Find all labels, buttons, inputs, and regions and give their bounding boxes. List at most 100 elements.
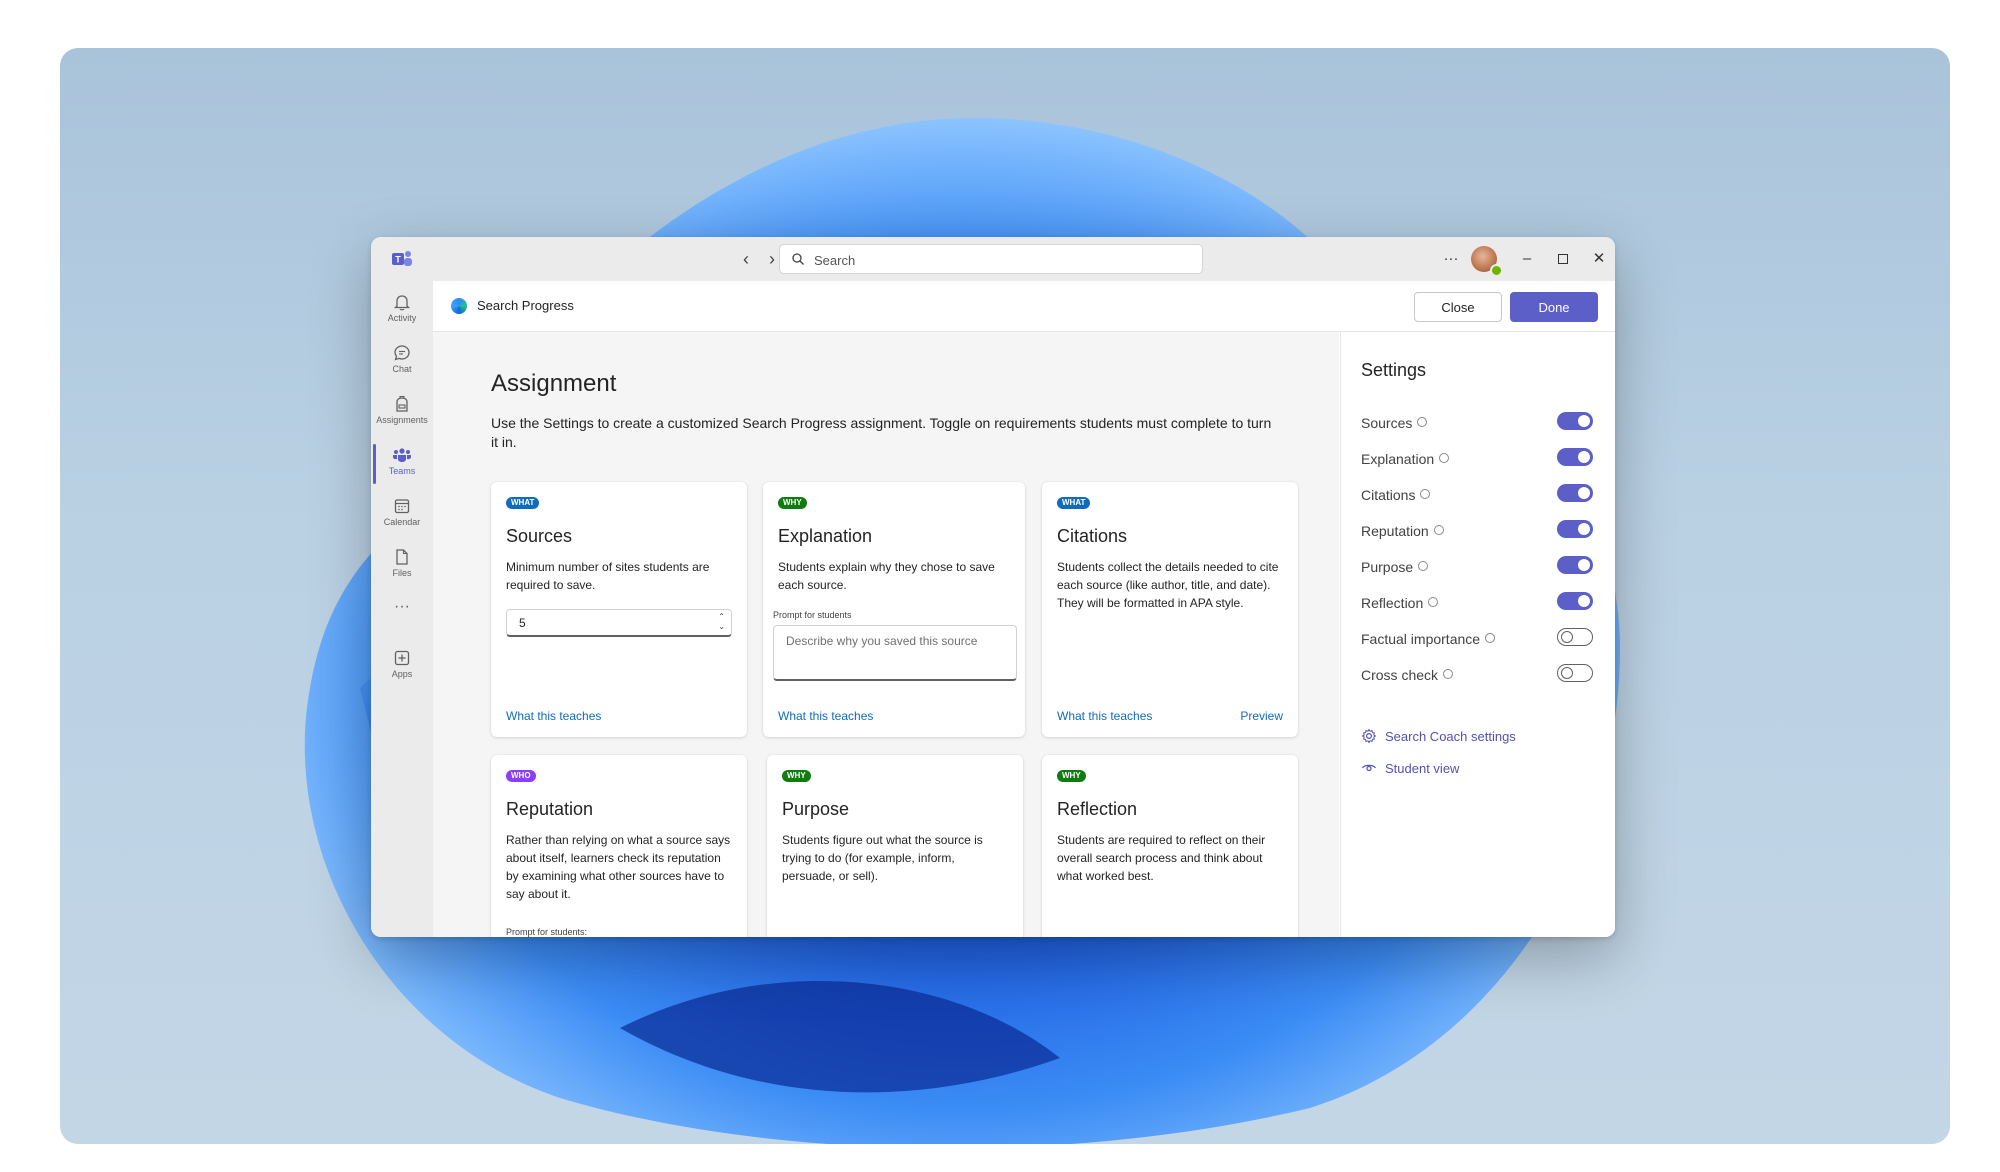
purpose-toggle[interactable]	[1557, 556, 1593, 574]
search-progress-logo-icon	[451, 298, 467, 314]
info-icon[interactable]	[1485, 633, 1496, 643]
cross-check-toggle[interactable]	[1557, 664, 1593, 682]
info-icon[interactable]	[1420, 489, 1431, 499]
toggle-knob	[1578, 451, 1590, 463]
card-title: Sources	[506, 526, 573, 546]
title-bar: T ‹ › ··· – ✕	[371, 237, 1615, 282]
setting-reputation: Reputation	[1361, 520, 1601, 544]
assignment-content: Assignment Use the Settings to create a …	[433, 332, 1339, 937]
toggle-knob	[1578, 523, 1590, 535]
card-description: Students figure out what the source is t…	[782, 833, 983, 883]
what-this-teaches-link[interactable]: What this teaches	[778, 709, 873, 723]
tag-badge: WHY	[1057, 770, 1086, 782]
card-description: Rather than relying on what a source say…	[506, 833, 731, 901]
prompt-field[interactable]	[773, 625, 1017, 681]
more-apps-ellipsis[interactable]: ···	[371, 597, 433, 621]
info-icon[interactable]	[1417, 417, 1428, 427]
card-title: Reflection	[1057, 799, 1138, 819]
rail-item-files[interactable]: Files	[371, 542, 433, 590]
card-description: Students collect the details needed to c…	[1057, 560, 1279, 610]
stepper-arrows-icon[interactable]: ⌃ ⌄	[718, 612, 725, 632]
search-icon	[792, 253, 804, 265]
prompt-input[interactable]	[784, 632, 1008, 676]
rail-label: Apps	[391, 669, 413, 679]
card-description: Students explain why they chose to save …	[778, 560, 995, 592]
rail-item-apps[interactable]: Apps	[371, 643, 433, 691]
search-box[interactable]	[779, 244, 1203, 274]
search-input[interactable]	[812, 249, 1196, 271]
rail-item-teams[interactable]: Teams	[371, 440, 433, 488]
card-description: Students are required to reflect on thei…	[1057, 833, 1266, 883]
sources-toggle[interactable]	[1557, 412, 1593, 430]
gear-icon	[1361, 728, 1377, 744]
calendar-icon	[394, 499, 410, 514]
svg-text:T: T	[395, 255, 401, 265]
maximize-icon[interactable]	[1553, 249, 1573, 269]
sources-count-input[interactable]	[517, 615, 701, 631]
close-window-icon[interactable]: ✕	[1589, 249, 1609, 269]
rail-item-chat[interactable]: Chat	[371, 338, 433, 386]
info-icon[interactable]	[1428, 597, 1439, 607]
card-explanation: WHY Explanation Students explain why the…	[763, 482, 1025, 737]
tag-badge: WHY	[782, 770, 811, 782]
what-this-teaches-link[interactable]: What this teaches	[506, 709, 601, 723]
close-button[interactable]: Close	[1414, 292, 1502, 322]
setting-label-text: Citations	[1361, 487, 1416, 503]
tag-badge: WHO	[506, 770, 536, 782]
setting-label-text: Factual importance	[1361, 631, 1481, 647]
info-icon[interactable]	[1433, 525, 1444, 535]
sources-stepper[interactable]: ⌃⌄	[506, 609, 732, 637]
rail-label: Chat	[392, 364, 412, 374]
setting-label: Citations	[1361, 487, 1431, 503]
rail-item-calendar[interactable]: Calendar	[371, 491, 433, 539]
app-header: Search Progress Close Done	[433, 281, 1615, 332]
setting-factual-importance: Factual importance	[1361, 628, 1601, 652]
rail-item-activity[interactable]: Activity	[371, 287, 433, 335]
setting-label-text: Explanation	[1361, 451, 1435, 467]
student-view-label: Student view	[1385, 761, 1460, 776]
preview-link[interactable]: Preview	[1240, 709, 1283, 723]
setting-label: Cross check	[1361, 667, 1454, 683]
eye-icon	[1361, 764, 1377, 772]
card-title: Reputation	[506, 799, 594, 819]
prompt-label: Prompt for students	[773, 610, 852, 620]
setting-explanation: Explanation	[1361, 448, 1601, 472]
card-purpose: WHY Purpose Students figure out what the…	[767, 755, 1023, 937]
minimize-icon[interactable]: –	[1517, 249, 1537, 269]
reputation-toggle[interactable]	[1557, 520, 1593, 538]
back-arrow-icon[interactable]: ‹	[736, 249, 756, 269]
tag-badge: WHAT	[506, 497, 540, 509]
setting-label: Reflection	[1361, 595, 1439, 611]
assignment-description: Use the Settings to create a customized …	[491, 415, 1272, 450]
what-this-teaches-link[interactable]: What this teaches	[1057, 709, 1152, 723]
rail-item-assignments[interactable]: Assignments	[371, 389, 433, 437]
bell-icon	[393, 295, 411, 311]
setting-label-text: Sources	[1361, 415, 1413, 431]
reflection-toggle[interactable]	[1557, 592, 1593, 610]
settings-panel: Settings Sources Explanation Citations R…	[1340, 332, 1615, 937]
teams-icon	[393, 448, 411, 462]
rail-label: Assignments	[376, 415, 428, 425]
setting-sources: Sources	[1361, 412, 1601, 436]
info-icon[interactable]	[1439, 453, 1450, 463]
rail-label: Calendar	[383, 517, 421, 527]
setting-reflection: Reflection	[1361, 592, 1601, 616]
setting-label: Reputation	[1361, 523, 1444, 539]
toggle-knob	[1578, 415, 1590, 427]
explanation-toggle[interactable]	[1557, 448, 1593, 466]
factual-importance-toggle[interactable]	[1557, 628, 1593, 646]
done-button[interactable]: Done	[1510, 292, 1598, 322]
tag-badge: WHAT	[1057, 497, 1091, 509]
card-reflection: WHY Reflection Students are required to …	[1042, 755, 1298, 937]
info-icon[interactable]	[1443, 669, 1454, 679]
card-title: Citations	[1057, 526, 1128, 546]
backpack-icon	[396, 395, 408, 412]
info-icon[interactable]	[1418, 561, 1429, 571]
toggle-knob	[1561, 631, 1573, 643]
avatar[interactable]	[1471, 246, 1503, 277]
card-description: Minimum number of sites students are req…	[506, 560, 710, 592]
more-options-icon[interactable]: ···	[1441, 249, 1461, 269]
citations-toggle[interactable]	[1557, 484, 1593, 502]
toggle-knob	[1578, 595, 1590, 607]
setting-label: Sources	[1361, 415, 1428, 431]
